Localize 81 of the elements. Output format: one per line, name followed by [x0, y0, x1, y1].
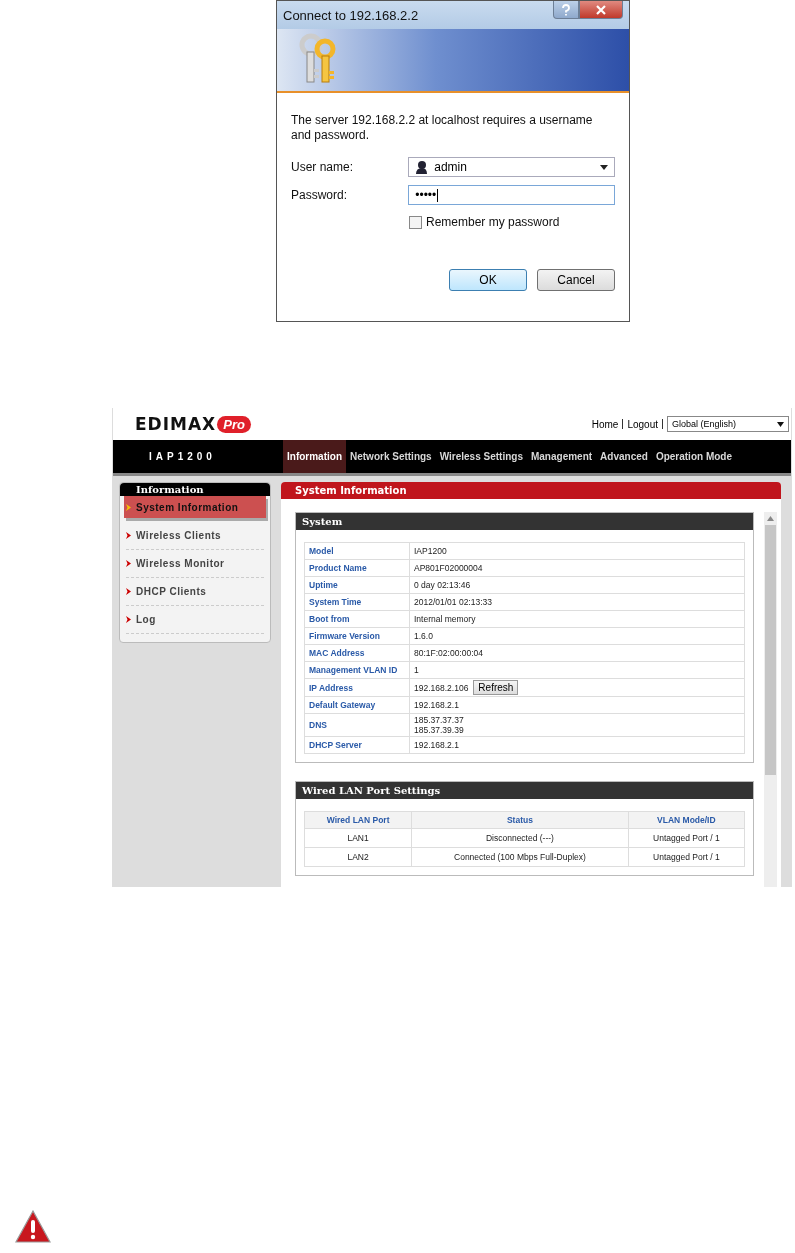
chevron-icon: [126, 532, 131, 539]
close-button[interactable]: [579, 1, 623, 19]
table-cell: Untagged Port / 1: [628, 847, 745, 867]
scrollbar[interactable]: [764, 512, 777, 887]
sidebar-item[interactable]: Log: [126, 606, 264, 634]
table-cell: IAP1200: [414, 546, 447, 556]
table-cell: 185.37.39.39: [414, 725, 464, 735]
table-cell: 192.168.2.106: [414, 682, 469, 693]
table-cell: Connected (100 Mbps Full-Duplex): [411, 847, 629, 867]
section-title: System: [296, 513, 753, 530]
column-header: VLAN Mode/ID: [628, 811, 745, 829]
table-cell: Management VLAN ID: [304, 661, 410, 679]
help-icon: [561, 3, 571, 16]
table-cell: Default Gateway: [304, 696, 410, 714]
table-cell: 0 day 02:13:46: [414, 580, 471, 590]
table-cell: 185.37.37.37: [414, 715, 464, 725]
nav-tab[interactable]: Advanced: [596, 440, 652, 473]
sidebar-item[interactable]: Wireless Monitor: [126, 550, 264, 578]
close-icon: [596, 4, 606, 15]
table-cell: Model: [304, 542, 410, 560]
table-cell: Untagged Port / 1: [628, 828, 745, 848]
section-title: Wired LAN Port Settings: [296, 782, 753, 799]
table-cell: DNS: [304, 713, 410, 737]
caret-icon: [600, 164, 608, 170]
language-dropdown[interactable]: Global (English): [667, 416, 789, 432]
refresh-button[interactable]: Refresh: [473, 680, 519, 695]
caret-icon: [777, 421, 784, 427]
table-cell: 1.6.0: [414, 631, 433, 641]
message-text: The server 192.168.2.2 at localhost requires a username and password.: [291, 113, 594, 143]
sidebar-title: Information: [120, 483, 270, 496]
field-label: Password:: [291, 188, 349, 202]
sidebar-item[interactable]: DHCP Clients: [126, 578, 264, 606]
help-button[interactable]: [553, 1, 579, 19]
table-cell: LAN1: [304, 828, 412, 848]
table-cell: 2012/01/01 02:13:33: [414, 597, 492, 607]
column-header: Wired LAN Port: [304, 811, 412, 829]
table-cell: Internal memory: [414, 614, 476, 624]
username-field[interactable]: admin: [408, 157, 615, 177]
table-cell: Disconnected (---): [411, 828, 629, 848]
nav-tab[interactable]: Operation Mode: [651, 440, 736, 473]
nav-tab[interactable]: Wireless Settings: [435, 440, 527, 473]
warning-icon: [15, 1210, 51, 1244]
sidebar-item[interactable]: Wireless Clients: [126, 522, 264, 550]
table-cell: Uptime: [304, 576, 410, 594]
logo: EDIMAX Pro: [135, 414, 251, 434]
scroll-up-icon[interactable]: [767, 516, 774, 521]
nav-tab[interactable]: Management: [526, 440, 597, 473]
header-link[interactable]: Logout: [627, 418, 658, 430]
table-cell: MAC Address: [304, 644, 410, 662]
table-cell: 1: [414, 665, 419, 675]
chevron-icon: [126, 588, 131, 595]
model-name: IAP1200: [148, 450, 217, 464]
chevron-icon: [126, 560, 131, 567]
user-icon: [415, 160, 429, 174]
dialog-button[interactable]: OK: [449, 269, 527, 291]
table-cell: System Time: [304, 593, 410, 611]
table-cell: 192.168.2.1: [414, 740, 459, 750]
field-label: User name:: [291, 160, 355, 174]
table-cell: Firmware Version: [304, 627, 410, 645]
scroll-thumb[interactable]: [765, 525, 776, 775]
checkbox-label: Remember my password: [426, 215, 560, 229]
checkbox[interactable]: [409, 215, 422, 229]
chevron-icon: [126, 503, 131, 511]
table-cell: Boot from: [304, 610, 410, 628]
chevron-icon: [126, 616, 131, 623]
table-cell: 192.168.2.1: [414, 700, 459, 710]
table-cell: LAN2: [304, 847, 412, 867]
table-cell: Product Name: [304, 559, 410, 577]
sidebar-item[interactable]: System Information: [124, 496, 266, 518]
nav-tab[interactable]: Information: [283, 440, 346, 473]
column-header: Status: [411, 811, 629, 829]
nav-tab[interactable]: Network Settings: [346, 440, 436, 473]
page-title: System Information: [281, 482, 781, 499]
table-cell: AP801F02000004: [414, 563, 483, 573]
table-cell: IP Address: [304, 678, 410, 697]
header-link[interactable]: Home: [591, 418, 619, 430]
table-cell: DHCP Server: [304, 736, 410, 754]
dialog-button[interactable]: Cancel: [537, 269, 615, 291]
password-field[interactable]: •••••: [408, 185, 615, 205]
table-cell: 80:1F:02:00:00:04: [414, 648, 483, 658]
window-title: Connect to 192.168.2.2: [283, 7, 419, 23]
